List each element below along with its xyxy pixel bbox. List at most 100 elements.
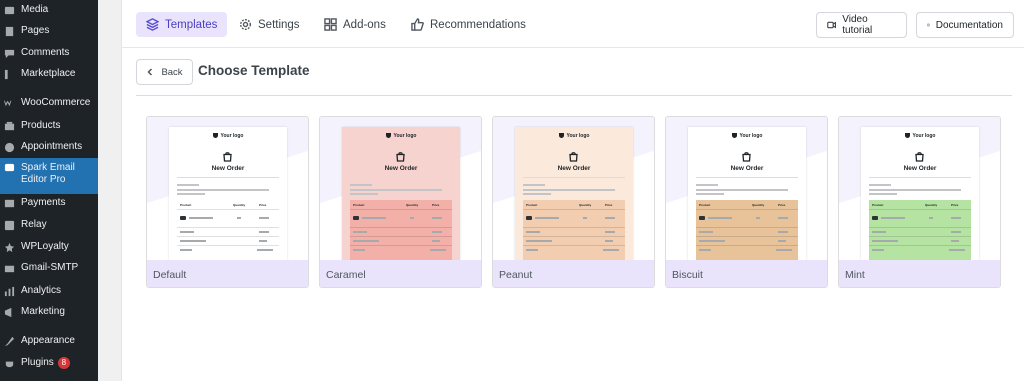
template-card-default[interactable]: Your logo New Order Product Quantity Pri… — [146, 116, 309, 288]
preview-col-price: Price — [259, 203, 267, 207]
template-preview-area: Your logo New Order Product Quantity Pri… — [839, 117, 1000, 260]
preview-cell — [526, 240, 552, 242]
sidebar-item-relay[interactable]: Relay — [0, 215, 98, 235]
template-card-peanut[interactable]: Your logo New Order Product Quantity Pri… — [492, 116, 655, 288]
preview-table-rule — [523, 227, 625, 228]
sidebar-item-woocommerce[interactable]: WooCommerce — [0, 93, 98, 113]
video-tutorial-button[interactable]: Video tutorial — [816, 12, 907, 38]
sidebar-item-products[interactable]: Products — [0, 116, 98, 136]
preview-logo-text: Your logo — [566, 133, 590, 139]
sidebar-item-label: Comments — [21, 47, 70, 58]
preview-cell — [259, 240, 267, 242]
preview-table-rule — [350, 227, 452, 228]
preview-table-rule — [869, 227, 971, 228]
preview-text-line — [869, 193, 897, 195]
tab-settings[interactable]: Settings — [229, 12, 310, 37]
sidebar-item-gmail-smtp[interactable]: Gmail-SMTP — [0, 258, 98, 278]
gear-icon — [239, 18, 252, 31]
tab-label: Recommendations — [430, 18, 526, 31]
sidebar-item-label: Relay — [21, 219, 47, 230]
product-thumbnail — [699, 216, 705, 220]
product-thumbnail — [180, 216, 186, 220]
tab-recommendations[interactable]: Recommendations — [401, 12, 536, 37]
preview-cell — [353, 240, 379, 242]
sidebar-item-comments[interactable]: Comments — [0, 43, 98, 63]
spark-icon — [4, 162, 15, 173]
preview-col-product: Product — [526, 203, 538, 207]
preview-title: New Order — [211, 165, 245, 172]
preview-table-rule — [523, 245, 625, 246]
page-title: Choose Template — [198, 63, 310, 78]
preview-text-line — [869, 189, 961, 191]
shopping-bag-icon — [568, 149, 579, 162]
preview-cell — [951, 240, 959, 242]
shopping-bag-icon — [222, 149, 233, 162]
products-icon — [4, 121, 15, 132]
sidebar-item-label: Pages — [21, 25, 50, 36]
preview-cell — [353, 249, 365, 251]
sidebar-item-label: WooCommerce — [21, 97, 91, 108]
preview-col-price: Price — [951, 203, 959, 207]
sidebar-item-appointments[interactable]: Appointments — [0, 137, 98, 157]
sidebar-item-appearance[interactable]: Appearance — [0, 331, 98, 351]
sidebar-item-wployalty[interactable]: WPLoyalty — [0, 237, 98, 257]
preview-cell — [362, 217, 386, 219]
product-thumbnail — [872, 216, 878, 220]
template-card-caramel[interactable]: Your logo New Order Product Quantity Pri… — [319, 116, 482, 288]
sidebar-item-payments[interactable]: Payments — [0, 193, 98, 213]
sidebar-item-label: WPLoyalty — [21, 241, 69, 252]
preview-text-line — [177, 189, 269, 191]
preview-cell — [605, 240, 613, 242]
preview-logo: Your logo — [169, 133, 287, 139]
preview-cell — [180, 249, 192, 251]
preview-table-rule — [696, 227, 798, 228]
sidebar-item-analytics[interactable]: Analytics — [0, 281, 98, 301]
preview-col-product: Product — [699, 203, 711, 207]
sidebar-item-pages[interactable]: Pages — [0, 21, 98, 41]
preview-cell — [778, 217, 788, 219]
sidebar-item-label: Products — [21, 120, 61, 131]
preview-cell — [699, 240, 725, 242]
sidebar-item-spark[interactable]: Spark Email Editor Pro — [0, 158, 98, 194]
preview-table-rule — [869, 209, 971, 210]
preview-cell — [432, 231, 442, 233]
appearance-icon — [4, 336, 15, 347]
sidebar-item-marketing[interactable]: Marketing — [0, 302, 98, 322]
sidebar-item-media[interactable]: Media — [0, 0, 98, 20]
sidebar-item-label: Payments — [21, 197, 66, 208]
preview-table-rule — [523, 236, 625, 237]
gmail-smtp-icon — [4, 263, 15, 274]
shopping-bag-icon — [395, 149, 406, 162]
sidebar-item-label: Gmail-SMTP — [21, 262, 79, 273]
template-card-mint[interactable]: Your logo New Order Product Quantity Pri… — [838, 116, 1001, 288]
tab-addons[interactable]: Add-ons — [314, 12, 396, 37]
preview-title: New Order — [903, 165, 937, 172]
preview-order-table: Product Quantity Price — [523, 200, 625, 260]
preview-col-quantity: Quantity — [925, 203, 938, 207]
preview-table-rule — [177, 245, 279, 246]
preview-order-table: Product Quantity Price — [177, 200, 279, 260]
sidebar-item-label: Marketing — [21, 306, 65, 317]
preview-cell — [410, 217, 414, 219]
sidebar-item-marketplace[interactable]: Marketplace — [0, 64, 98, 84]
preview-divider — [177, 177, 279, 178]
back-button[interactable]: Back — [136, 59, 193, 85]
preview-col-quantity: Quantity — [579, 203, 592, 207]
preview-order-table: Product Quantity Price — [869, 200, 971, 260]
template-card-biscuit[interactable]: Your logo New Order Product Quantity Pri… — [665, 116, 828, 288]
preview-text-line — [523, 189, 615, 191]
preview-cell — [778, 231, 788, 233]
preview-title: New Order — [557, 165, 591, 172]
preview-text-line — [350, 184, 372, 186]
preview-cell — [180, 240, 206, 242]
preview-cell — [430, 249, 446, 251]
preview-col-product: Product — [872, 203, 884, 207]
top-navigation: Templates Settings Add-ons Recommendatio… — [122, 0, 1024, 48]
preview-cell — [951, 231, 961, 233]
tab-templates[interactable]: Templates — [136, 12, 228, 37]
sidebar-item-plugins[interactable]: Plugins 8 — [0, 353, 98, 373]
preview-text-line — [523, 193, 551, 195]
preview-cell — [535, 217, 559, 219]
documentation-button[interactable]: Documentation — [916, 12, 1014, 38]
preview-cell — [756, 217, 760, 219]
